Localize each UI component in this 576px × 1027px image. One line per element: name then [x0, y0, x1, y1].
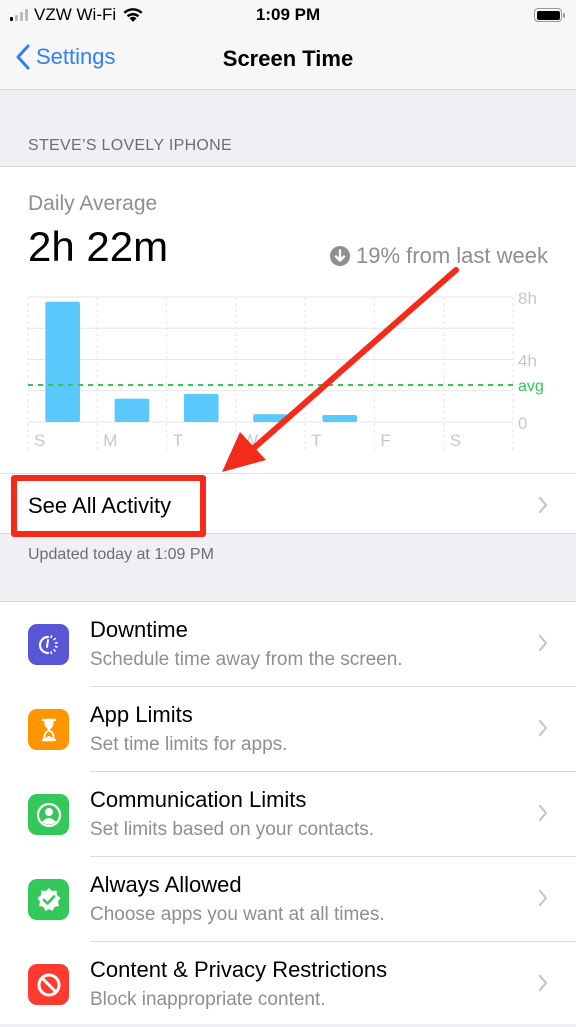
chevron-left-icon [16, 44, 30, 70]
hourglass-icon [28, 709, 69, 750]
downtime-subtitle: Schedule time away from the screen. [90, 649, 403, 670]
bar-4 [322, 414, 358, 422]
app-limits-title: App Limits [90, 702, 193, 727]
communication-limits-subtitle: Set limits based on your contacts. [90, 819, 375, 840]
back-button[interactable]: Settings [16, 44, 116, 70]
updated-timestamp: Updated today at 1:09 PM [28, 546, 214, 563]
clock: 1:09 PM [255, 5, 321, 24]
content-privacy-restrictions-row[interactable]: Content & Privacy Restrictions Block ina… [0, 942, 576, 1027]
downtime-title: Downtime [90, 617, 188, 642]
chevron-right-icon [538, 719, 548, 737]
daily-average-label: Daily Average [28, 192, 158, 215]
average-label: avg [518, 378, 544, 395]
downtime-row[interactable]: Downtime Schedule time away from the scr… [0, 602, 576, 687]
content-privacy-title: Content & Privacy Restrictions [90, 957, 388, 982]
status-bar: VZW Wi-Fi 1:09 PM [0, 0, 576, 32]
x-tick-label: S [450, 431, 461, 450]
downtime-icon [28, 624, 69, 665]
daily-usage-chart[interactable]: avg 8h 4h 0 S M T W T F S [0, 285, 576, 455]
see-all-activity-label: See All Activity [28, 493, 172, 518]
usage-summary-card: Daily Average 2h 22m 19% from last week … [0, 166, 576, 534]
y-tick-label: 0 [518, 414, 527, 433]
x-tick-label: M [103, 431, 117, 450]
chevron-right-icon [538, 804, 548, 822]
always-allowed-subtitle: Choose apps you want at all times. [90, 904, 385, 925]
x-tick-label: S [34, 431, 45, 450]
content-privacy-subtitle: Block inappropriate content. [90, 989, 326, 1010]
chevron-right-icon [538, 889, 548, 907]
communication-limits-row[interactable]: Communication Limits Set limits based on… [0, 772, 576, 857]
contact-icon [28, 794, 69, 835]
x-tick-label: T [173, 431, 183, 450]
x-tick-label: W [242, 431, 258, 450]
always-allowed-title: Always Allowed [90, 872, 242, 897]
see-all-activity-row[interactable]: See All Activity [0, 473, 576, 535]
x-tick-label: F [380, 431, 390, 450]
bar-3 [253, 414, 288, 422]
y-tick-label: 8h [518, 289, 537, 308]
always-allowed-row[interactable]: Always Allowed Choose apps you want at a… [0, 857, 576, 942]
chevron-right-icon [538, 496, 548, 514]
app-limits-row[interactable]: App Limits Set time limits for apps. [0, 687, 576, 772]
chevron-right-icon [538, 634, 548, 652]
screen-time-settings-list: Downtime Schedule time away from the scr… [0, 601, 576, 1024]
y-tick-label: 4h [518, 352, 537, 371]
back-label: Settings [36, 44, 116, 69]
battery-icon [534, 8, 565, 22]
restricted-icon [28, 964, 69, 1005]
device-section-header: STEVE’S LOVELY IPHONE [28, 137, 233, 154]
bar-1 [114, 398, 150, 422]
communication-limits-title: Communication Limits [90, 787, 307, 812]
arrow-down-circle-icon [330, 246, 351, 266]
weekly-change-text: 19% from last week [356, 243, 548, 268]
checkmark-badge-icon [28, 879, 69, 920]
navigation-bar: Settings Screen Time [0, 32, 576, 90]
x-tick-label: T [311, 431, 321, 450]
chevron-right-icon [538, 974, 548, 992]
daily-average-value: 2h 22m [28, 223, 169, 270]
weekly-change: 19% from last week [330, 243, 548, 269]
bar-0 [45, 301, 80, 422]
app-limits-subtitle: Set time limits for apps. [90, 734, 288, 755]
bar-2 [183, 393, 219, 422]
